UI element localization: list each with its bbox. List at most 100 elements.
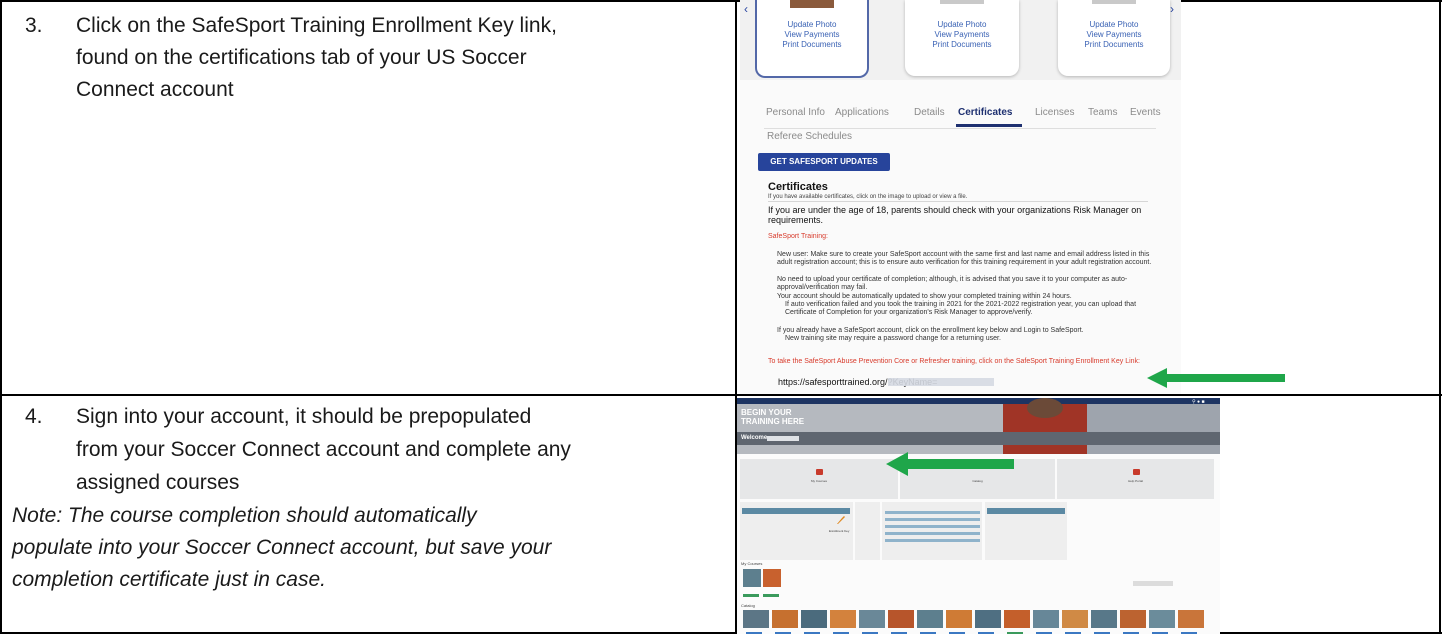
announcement-row[interactable] [885, 539, 980, 542]
key-shape [837, 516, 845, 524]
instruction-table: 3. Click on the SafeSport Training Enrol… [0, 0, 1442, 634]
arrow-left-icon [1147, 368, 1285, 388]
portal-hero-banner [737, 398, 1220, 454]
redacted-key [888, 378, 994, 386]
table-border-top [0, 0, 1442, 2]
update-photo-link[interactable]: Update Photo [905, 20, 1019, 30]
courses-icon [816, 469, 823, 475]
chevron-right-icon[interactable]: › [1170, 2, 1174, 16]
catalog-heading: Catalog [741, 603, 755, 608]
view-payments-link[interactable]: View Payments [1058, 30, 1170, 40]
active-tab-indicator [956, 124, 1022, 127]
redacted-name [767, 436, 799, 441]
get-safesport-updates-button[interactable]: GET SAFESPORT UPDATES [758, 153, 890, 171]
profile-card-3[interactable]: Update Photo View Payments Print Documen… [1058, 0, 1170, 76]
catalog-thumbnail[interactable] [772, 610, 798, 628]
course-thumbnail[interactable] [763, 569, 781, 587]
tab-details[interactable]: Details [914, 107, 945, 118]
course-button[interactable] [743, 594, 759, 597]
print-documents-link[interactable]: Print Documents [905, 40, 1019, 50]
print-documents-link[interactable]: Print Documents [757, 40, 867, 50]
announcement-row[interactable] [885, 525, 980, 528]
soccer-connect-screenshot: ‹ › Update Photo View Payments Print Doc… [740, 0, 1181, 394]
catalog-thumbnail[interactable] [743, 610, 769, 628]
step-4-note: Note: The course completion should autom… [12, 500, 728, 600]
catalog-thumbnail[interactable] [801, 610, 827, 628]
tab-events[interactable]: Events [1130, 107, 1161, 118]
certificates-subtitle: If you have available certificates, clic… [768, 194, 968, 200]
note-line-2: populate into your Soccer Connect accoun… [12, 536, 552, 559]
step-3-line-3: Connect account [76, 78, 234, 101]
catalog-thumbnail[interactable] [975, 610, 1001, 628]
tab-licenses[interactable]: Licenses [1035, 107, 1074, 118]
instruction-paragraph: If auto verification failed and you took… [785, 301, 1137, 316]
tab-applications[interactable]: Applications [835, 107, 889, 118]
transcript-panel [985, 502, 1067, 560]
help-portal-tile[interactable]: Help Portal [1057, 459, 1214, 499]
age-notice: If you are under the age of 18, parents … [768, 205, 1142, 225]
table-border-right [1439, 0, 1441, 634]
table-border-left [0, 0, 2, 634]
panel-bar [742, 508, 850, 514]
catalog-thumbnail[interactable] [859, 610, 885, 628]
view-payments-link[interactable]: View Payments [757, 30, 867, 40]
chevron-left-icon[interactable]: ‹ [744, 2, 748, 16]
hero-title-line-2: TRAINING HERE [741, 417, 805, 426]
announcements-panel [882, 502, 982, 560]
view-payments-link[interactable]: View Payments [905, 30, 1019, 40]
tab-teams[interactable]: Teams [1088, 107, 1117, 118]
my-courses-heading: My Courses [741, 561, 763, 566]
instruction-paragraph: New user: Make sure to create your SafeS… [777, 251, 1152, 266]
catalog-thumbnail[interactable] [888, 610, 914, 628]
step-4-line-3: assigned courses [76, 471, 240, 494]
tile-label: Help Portal [1128, 479, 1143, 483]
safesport-portal-screenshot: ⚲ ● ■ BEGIN YOUR TRAINING HERE Welcome, … [737, 398, 1220, 634]
print-documents-link[interactable]: Print Documents [1058, 40, 1170, 50]
instruction-paragraph: New training site may require a password… [785, 335, 1001, 342]
my-courses-tile[interactable]: My Courses [740, 459, 898, 499]
course-thumbnail[interactable] [743, 569, 761, 587]
arrow-shape [886, 452, 1014, 476]
catalog-thumbnail[interactable] [830, 610, 856, 628]
catalog-thumbnail[interactable] [917, 610, 943, 628]
tab-referee-schedules[interactable]: Referee Schedules [767, 131, 852, 142]
step-3-number: 3. [25, 14, 43, 37]
profile-photo [1092, 0, 1136, 4]
profile-card-2[interactable]: Update Photo View Payments Print Documen… [905, 0, 1019, 76]
profile-photo [790, 0, 834, 8]
certificates-heading: Certificates [768, 181, 828, 193]
hero-background [1087, 404, 1220, 454]
step-3-line-1: Click on the SafeSport Training Enrollme… [76, 14, 557, 37]
tile-label: Catalog [972, 479, 983, 483]
welcome-text: Welcome, [741, 435, 769, 441]
course-button[interactable] [763, 594, 779, 597]
catalog-thumbnail[interactable] [1004, 610, 1030, 628]
tabs-divider [764, 128, 1156, 129]
step-4: 4. Sign into your account, it should be … [25, 400, 725, 510]
profile-card-1[interactable]: Update Photo View Payments Print Documen… [755, 0, 869, 78]
announcement-row[interactable] [885, 518, 980, 521]
catalog-thumbnail[interactable] [1091, 610, 1117, 628]
update-photo-link[interactable]: Update Photo [757, 20, 867, 30]
catalog-thumbnail[interactable] [946, 610, 972, 628]
catalog-thumbnail[interactable] [1033, 610, 1059, 628]
catalog-thumbnail[interactable] [1062, 610, 1088, 628]
tab-personal-info[interactable]: Personal Info [766, 107, 825, 118]
step-3: 3. Click on the SafeSport Training Enrol… [25, 9, 725, 119]
key-icon [837, 516, 845, 524]
step-4-line-1: Sign into your account, it should be pre… [76, 405, 532, 428]
update-photo-link[interactable]: Update Photo [1058, 20, 1170, 30]
note-line-3: completion certificate just in case. [12, 568, 326, 591]
tab-certificates[interactable]: Certificates [958, 107, 1012, 118]
step-4-number: 4. [25, 405, 43, 428]
catalog-thumbnail[interactable] [1149, 610, 1175, 628]
instruction-paragraph: No need to upload your certificate of co… [777, 276, 1128, 291]
catalog-thumbnail[interactable] [1120, 610, 1146, 628]
safesport-training-heading: SafeSport Training: [768, 233, 828, 240]
announcement-row[interactable] [885, 511, 980, 514]
instruction-paragraph: If you already have a SafeSport account,… [777, 327, 1084, 334]
announcement-row[interactable] [885, 532, 980, 535]
catalog-thumbnail[interactable] [1178, 610, 1204, 628]
view-all-button[interactable] [1133, 581, 1173, 586]
instruction-paragraph: Your account should be automatically upd… [777, 293, 1072, 300]
